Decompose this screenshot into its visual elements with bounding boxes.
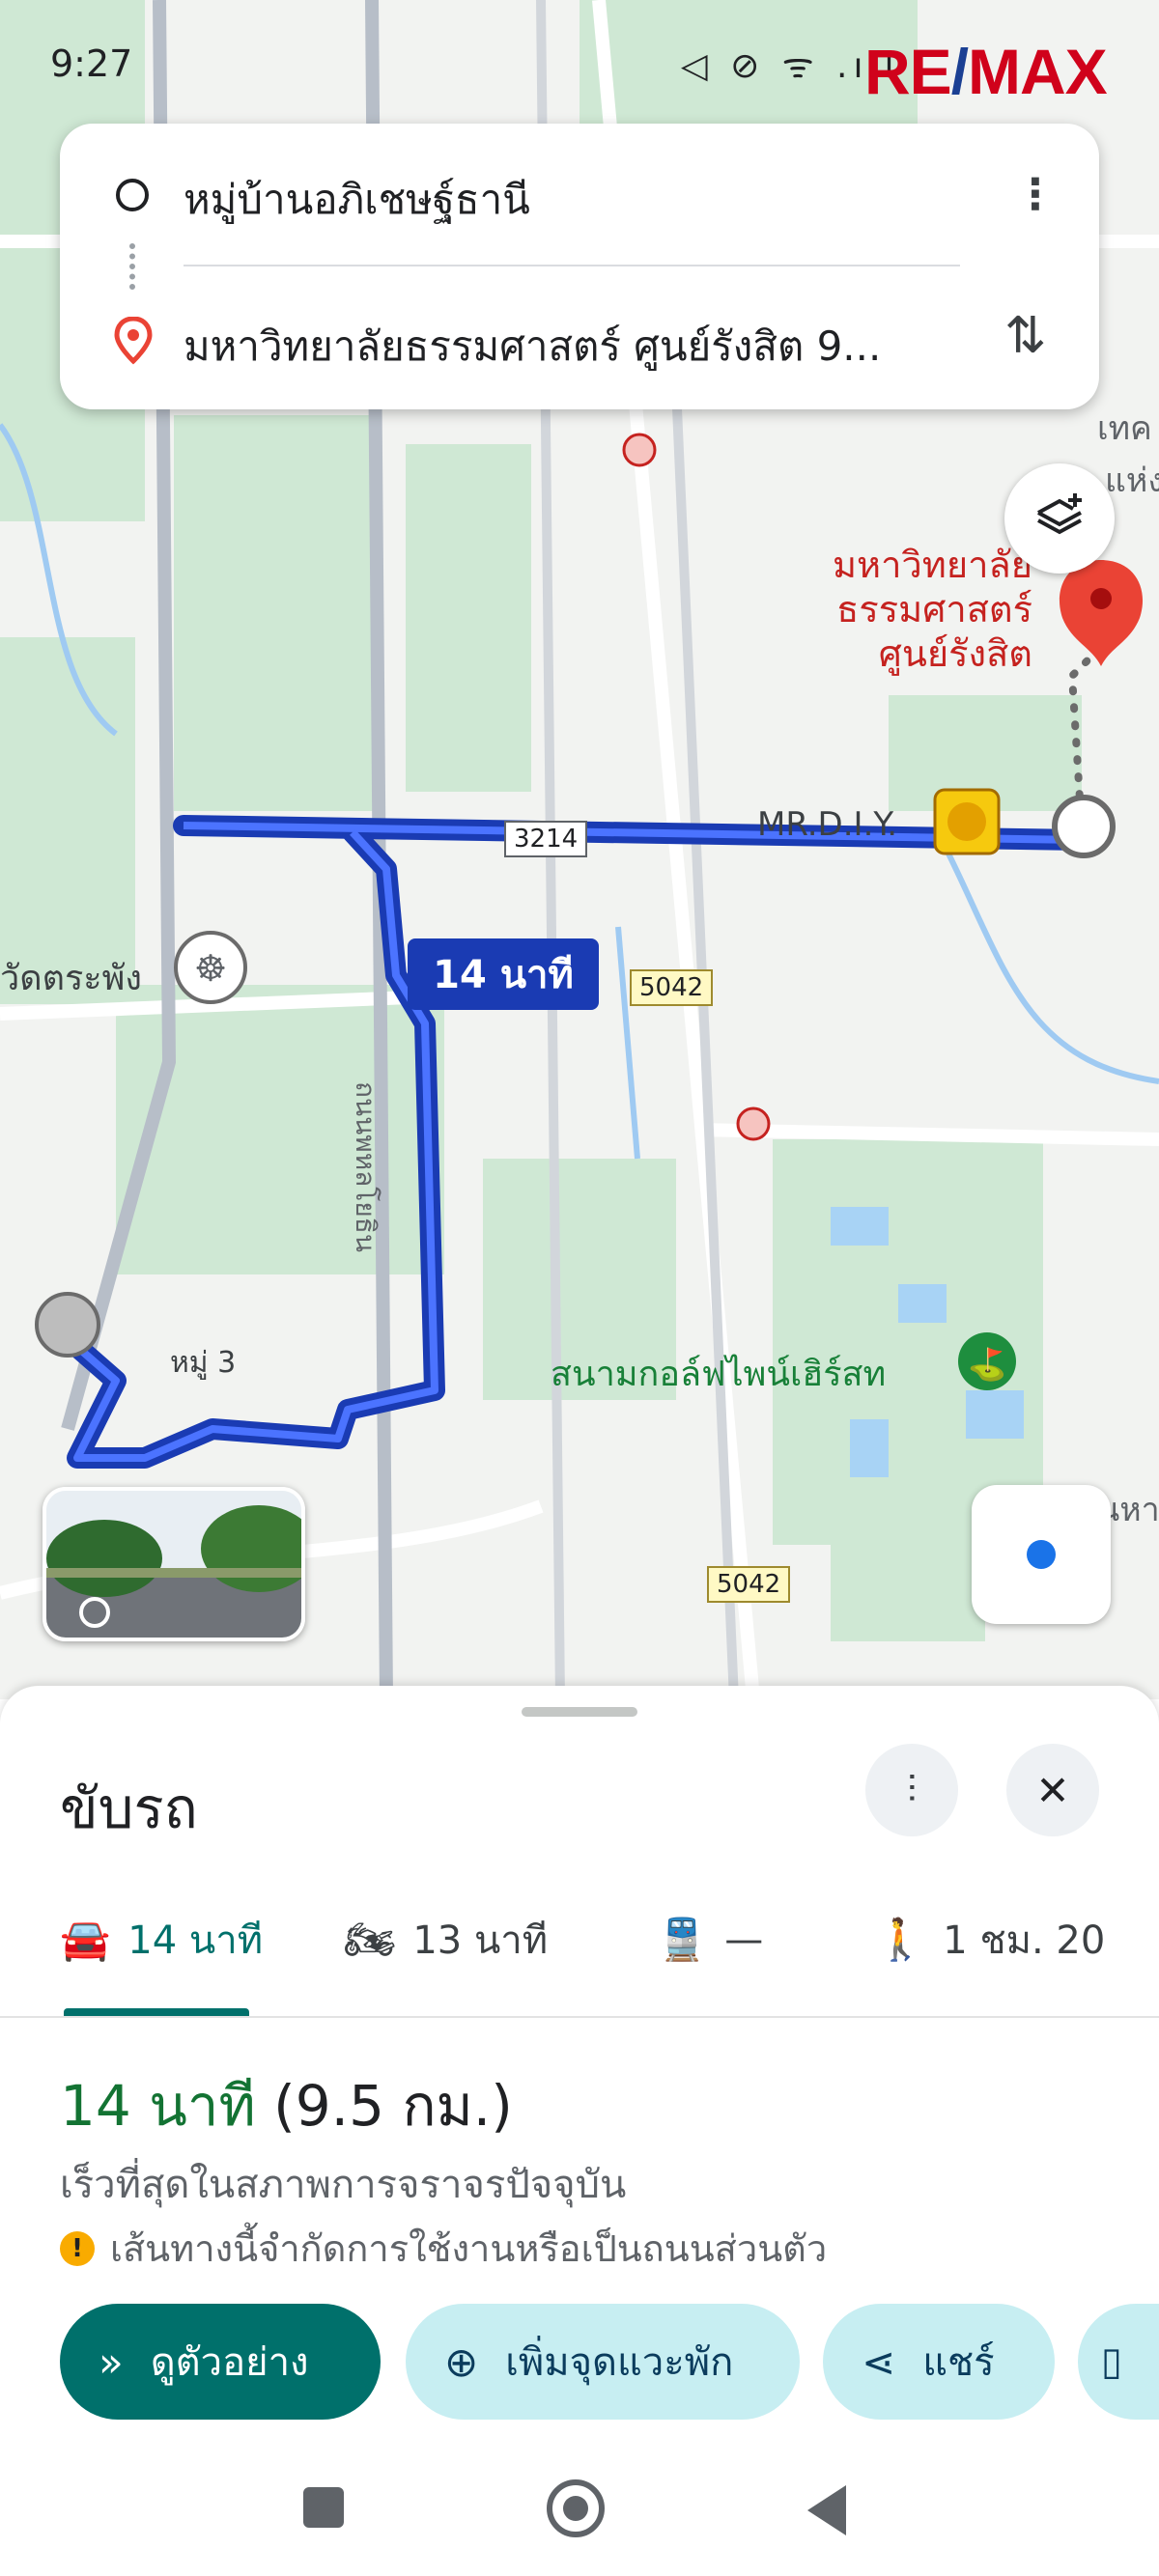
tabs-divider: [0, 2016, 1159, 2018]
home-icon[interactable]: [547, 2479, 605, 2537]
destination-label-line: มหาวิทยาลัย: [833, 544, 1032, 586]
tab-walk[interactable]: 🚶 1 ชม. 20: [875, 1906, 1105, 1974]
route-duration: 14 นาที: [60, 2073, 256, 2139]
temple-label[interactable]: วัดตระพัง: [0, 950, 142, 1005]
street-view-thumbnail[interactable]: [42, 1487, 305, 1641]
recents-icon[interactable]: [303, 2487, 344, 2528]
route-options-button[interactable]: ⫶: [865, 1744, 958, 1836]
more-options-icon[interactable]: ⋮: [1014, 166, 1057, 224]
road-name-label: ถนนพหลโยธิน: [350, 1081, 382, 1252]
add-stop-label: เพิ่มจุดแวะพัก: [505, 2340, 734, 2385]
chevrons-right-icon: »: [99, 2338, 124, 2386]
save-button[interactable]: ▯: [1078, 2304, 1159, 2420]
svg-text:☸: ☸: [194, 947, 227, 990]
sheet-drag-handle[interactable]: [522, 1707, 637, 1717]
route-start-marker: [35, 1292, 100, 1358]
destination-pin-small-icon: [114, 316, 153, 369]
store-label[interactable]: MR.D.I.Y.: [757, 805, 897, 844]
route-end-marker: [1052, 795, 1116, 858]
tab-label: 1 ชม. 20: [943, 1918, 1106, 1963]
tab-drive[interactable]: 🚘 14 นาที: [60, 1906, 263, 1974]
preview-label: ดูตัวอย่าง: [150, 2340, 309, 2385]
origin-field[interactable]: หมู่บ้านอภิเชษฐ์ธานี: [184, 168, 530, 232]
sheet-title: ขับรถ: [60, 1776, 198, 1841]
add-stop-button[interactable]: ⊕ เพิ่มจุดแวะพัก: [406, 2304, 800, 2420]
share-icon: ⋖: [862, 2338, 896, 2386]
sliders-icon: ⫶: [907, 1768, 917, 1812]
remax-part1: RE: [864, 36, 952, 107]
walk-icon: 🚶: [875, 1916, 926, 1963]
route-description: เร็วที่สุดในสภาพการจราจรปัจจุบัน: [60, 2163, 627, 2207]
train-icon: 🚆: [657, 1916, 708, 1963]
route-summary[interactable]: 14 นาที (9.5 กม.): [60, 2060, 513, 2150]
car-icon: 🚘: [60, 1916, 111, 1963]
destination-field[interactable]: มหาวิทยาลัยธรรมศาสตร์ ศูนย์รังสิต 9...: [184, 315, 881, 378]
origin-circle-icon: [116, 179, 149, 211]
tab-label: —: [724, 1918, 764, 1962]
village-label: หมู่ 3: [170, 1346, 237, 1380]
destination-map-label[interactable]: มหาวิทยาลัย ธรรมศาสตร์ ศูนย์รังสิต: [833, 543, 1032, 676]
tab-label: 14 นาที: [127, 1918, 264, 1963]
warning-icon: !: [60, 2230, 95, 2266]
route-time-badge[interactable]: 14 นาที: [408, 938, 599, 1010]
edge-label: แห่ง: [1105, 462, 1159, 500]
swap-icon[interactable]: ⇅: [1004, 307, 1047, 365]
my-location-button[interactable]: [972, 1485, 1111, 1624]
destination-label-line: ธรรมศาสตร์: [836, 588, 1032, 630]
edge-label: เทค: [1097, 409, 1152, 448]
remax-part3: MAX: [968, 36, 1108, 107]
route-bottom-sheet: ขับรถ ⫶ ✕ 🚘 14 นาที 🏍 13 นาที 🚆 — 🚶 1 ชม…: [0, 1686, 1159, 2576]
tab-transit[interactable]: 🚆 —: [657, 1906, 763, 1974]
connector-dots: [129, 243, 135, 290]
remax-watermark: RE/MAX: [864, 35, 1108, 108]
destination-label-line: ศูนย์รังสิต: [878, 632, 1032, 675]
back-icon[interactable]: [807, 2485, 846, 2535]
close-button[interactable]: ✕: [1006, 1744, 1099, 1836]
layers-button[interactable]: [1004, 463, 1115, 574]
road-shield: 3214: [504, 821, 588, 857]
road-shield: 5042: [630, 969, 714, 1006]
location-dot-icon: [1027, 1540, 1056, 1569]
destination-pin-icon: [1059, 560, 1144, 666]
bookmark-icon: ▯: [1101, 2339, 1123, 2384]
status-time: 9:27: [50, 42, 133, 85]
tab-motorcycle[interactable]: 🏍 13 นาที: [344, 1906, 548, 1974]
close-icon: ✕: [1035, 1766, 1070, 1814]
layers-icon: [1037, 493, 1082, 535]
add-pin-icon: ⊕: [444, 2338, 479, 2386]
active-tab-indicator: [64, 2008, 249, 2016]
remax-part2: /: [950, 36, 969, 107]
tab-label: 13 นาที: [412, 1918, 549, 1963]
road-shield: 5042: [707, 1566, 791, 1603]
share-label: แชร์: [922, 2340, 995, 2385]
route-distance: (9.5 กม.): [273, 2073, 513, 2139]
svg-text:⛳: ⛳: [968, 1346, 1006, 1383]
motorcycle-icon: 🏍: [344, 1916, 396, 1963]
golf-label[interactable]: สนามกอล์ฟไพน์เฮิร์สท: [551, 1346, 886, 1401]
card-divider: [184, 265, 960, 266]
route-warning: ! เส้นทางนี้จำกัดการใช้งานหรือเป็นถนนส่ว…: [60, 2219, 827, 2278]
share-button[interactable]: ⋖ แชร์: [823, 2304, 1055, 2420]
warning-text: เส้นทางนี้จำกัดการใช้งานหรือเป็นถนนส่วนต…: [110, 2227, 828, 2270]
preview-button[interactable]: » ดูตัวอย่าง: [60, 2304, 381, 2420]
system-nav-bar: [0, 2452, 1159, 2576]
map-view[interactable]: ☸ ⛳ 9:27 ◁ ⊘ ᯤ .ıll RE/MAX มหาวิทยาลัย ธ…: [0, 0, 1159, 1699]
